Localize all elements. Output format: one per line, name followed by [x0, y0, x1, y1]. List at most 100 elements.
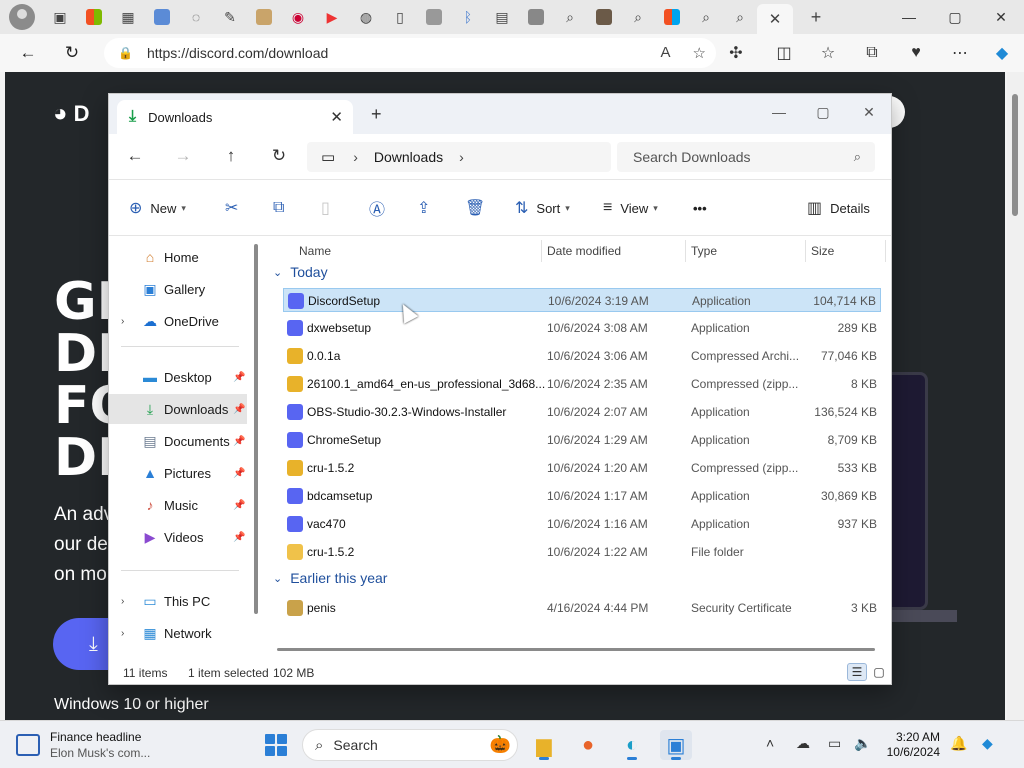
forward-icon[interactable]: → [169, 144, 197, 168]
file-row[interactable]: cru-1.5.2 10/6/2024 1:20 AM Compressed (zi… [283, 456, 881, 480]
address-path[interactable]: ▭ › Downloads › [307, 142, 611, 172]
tab-icon[interactable] [247, 3, 281, 31]
file-row[interactable]: vac470 10/6/2024 1:16 AM Application 937 KB [283, 512, 881, 536]
extensions-icon[interactable]: ✣ [718, 37, 754, 69]
explorer-tab[interactable]: ⤓ Downloads ✕ [117, 100, 353, 134]
paste-button[interactable]: ▯ [321, 196, 338, 220]
windows-start-icon[interactable] [265, 734, 287, 756]
chevron-up-icon[interactable]: ˄ [766, 735, 774, 751]
list-horizontal-scrollbar[interactable] [277, 648, 875, 651]
performance-icon[interactable]: ♥ [898, 37, 934, 69]
column-divider[interactable] [541, 240, 542, 262]
clock[interactable]: 3:20 AM 10/6/2024 [884, 730, 940, 760]
sidebar-item-downloads[interactable]: ⤓ Downloads 📌 [109, 394, 247, 424]
tab-icon[interactable] [519, 3, 553, 31]
file-row[interactable]: dxwebsetup 10/6/2024 3:08 AM Application 28… [283, 316, 881, 340]
tab-search-icon[interactable]: ⌕ [621, 3, 655, 31]
column-header-type[interactable]: Type [691, 240, 717, 262]
close-button[interactable]: ✕ [978, 0, 1024, 34]
file-row[interactable]: penis 4/16/2024 4:44 PM Security Certifica… [283, 596, 881, 620]
read-aloud-icon[interactable]: A [661, 44, 671, 62]
tab-icon[interactable] [145, 3, 179, 31]
column-divider[interactable] [805, 240, 806, 262]
sidebar-item-this-pc[interactable]: › ▭ This PC [109, 586, 247, 616]
sidebar-item-pictures[interactable]: ▲ Pictures 📌 [109, 458, 247, 488]
view-button[interactable]: ≡ View ▾ [603, 196, 658, 220]
sidebar-item-home[interactable]: ⌂ Home [109, 242, 247, 272]
tab-microsoft-icon[interactable] [77, 3, 111, 31]
new-button[interactable]: ⊕ New ▾ [129, 196, 186, 220]
profile-avatar-icon[interactable] [9, 4, 35, 30]
volume-icon[interactable]: 🔈 [854, 735, 871, 752]
menu-icon[interactable]: ⋯ [942, 37, 978, 69]
sidebar-item-music[interactable]: ♪ Music 📌 [109, 490, 247, 520]
maximize-button[interactable]: ▢ [932, 0, 978, 34]
breadcrumb-item[interactable]: Downloads [374, 149, 443, 165]
copilot-icon[interactable]: ◆ [984, 37, 1020, 69]
close-tab-icon[interactable]: ✕ [330, 108, 343, 126]
file-row[interactable]: 26100.1_amd64_en-us_professional_3d68...… [283, 372, 881, 396]
page-scrollbar[interactable] [1007, 72, 1024, 720]
tab-icon[interactable]: ◍ [349, 3, 383, 31]
explorer-maximize-button[interactable]: ▢ [801, 98, 845, 126]
sidebar-item-desktop[interactable]: ▬ Desktop 📌 [109, 362, 247, 392]
network-icon[interactable]: ▭ [828, 735, 841, 752]
address-bar[interactable]: 🔒 https://discord.com/download A ☆ [104, 38, 716, 68]
up-icon[interactable]: ↑ [217, 144, 245, 168]
file-row[interactable]: 0.0.1a 10/6/2024 3:06 AM Compressed Archi.… [283, 344, 881, 368]
chevron-right-icon[interactable]: › [121, 596, 124, 607]
back-icon[interactable]: ← [121, 144, 149, 168]
file-row[interactable]: cru-1.5.2 10/6/2024 1:22 AM File folder [283, 540, 881, 564]
active-window-taskbar-icon[interactable]: ▣ [660, 730, 692, 760]
tab-search-icon[interactable]: ⌕ [723, 3, 757, 31]
sidebar-scrollbar[interactable] [254, 244, 258, 614]
column-header-date[interactable]: Date modified [547, 240, 621, 262]
tab-search-icon[interactable]: ⌕ [689, 3, 723, 31]
new-tab-icon[interactable]: + [799, 3, 833, 31]
tiles-view-button[interactable]: ▢ [869, 663, 889, 681]
sort-button[interactable]: ⇅ Sort ▾ [515, 196, 570, 220]
minimize-button[interactable]: — [886, 0, 932, 34]
new-tab-button[interactable]: + [371, 104, 382, 125]
sidebar-item-documents[interactable]: ▤ Documents 📌 [109, 426, 247, 456]
rename-button[interactable]: Ⓐ [369, 196, 393, 220]
tab-icon[interactable]: ◉ [281, 3, 315, 31]
column-divider[interactable] [885, 240, 886, 262]
tab-youtube-icon[interactable]: ▶ [315, 3, 349, 31]
sidebar-item-onedrive[interactable]: › ☁ OneDrive [109, 306, 247, 336]
file-row[interactable]: OBS-Studio-30.2.3-Windows-Installer 10/6/… [283, 400, 881, 424]
explorer-close-button[interactable]: ✕ [847, 98, 891, 126]
column-header-size[interactable]: Size [811, 240, 834, 262]
details-button[interactable]: ▥ Details [807, 196, 870, 220]
back-icon[interactable]: ← [10, 37, 46, 69]
tab-icon[interactable]: ▤ [485, 3, 519, 31]
tab-icon[interactable]: ✎ [213, 3, 247, 31]
refresh-icon[interactable]: ↻ [54, 37, 90, 69]
tab-search-icon[interactable]: ⌕ [553, 3, 587, 31]
sidebar-item-gallery[interactable]: ▣ Gallery [109, 274, 247, 304]
collections-icon[interactable]: ⧉ [854, 37, 890, 69]
sidebar-item-videos[interactable]: ▶ Videos 📌 [109, 522, 247, 552]
cloud-off-icon[interactable]: ☁ [796, 735, 810, 752]
more-options-button[interactable]: ••• [693, 196, 707, 220]
split-screen-icon[interactable]: ◫ [766, 37, 802, 69]
search-input[interactable]: Search Downloads ⌕ [617, 142, 875, 172]
delete-button[interactable]: 🗑 [465, 196, 493, 220]
news-widget[interactable]: Finance headline Elon Musk's com... [16, 730, 150, 760]
tab-icon[interactable]: ᛒ [451, 3, 485, 31]
file-row[interactable]: bdcamsetup 10/6/2024 1:17 AM Application 30… [283, 484, 881, 508]
column-header-name[interactable]: Name [299, 240, 331, 262]
chevron-right-icon[interactable]: › [121, 316, 124, 327]
edge-taskbar-icon[interactable]: ◐ [616, 730, 648, 760]
favorites-icon[interactable]: ☆ [810, 37, 846, 69]
tab-icon[interactable]: ◌ [179, 3, 213, 31]
explorer-minimize-button[interactable]: — [757, 98, 801, 126]
share-button[interactable]: ⇪ [417, 196, 438, 220]
tab-microsoft-icon[interactable] [655, 3, 689, 31]
file-row[interactable]: DiscordSetup 10/6/2024 3:19 AM Application… [283, 288, 881, 312]
file-explorer-taskbar-icon[interactable]: ▆ [528, 730, 560, 760]
active-tab-close-icon[interactable]: ✕ [757, 4, 793, 34]
group-header[interactable]: ⌄ Today [273, 260, 328, 284]
tab-icon[interactable]: ▦ [111, 3, 145, 31]
chevron-right-icon[interactable]: › [121, 628, 124, 639]
